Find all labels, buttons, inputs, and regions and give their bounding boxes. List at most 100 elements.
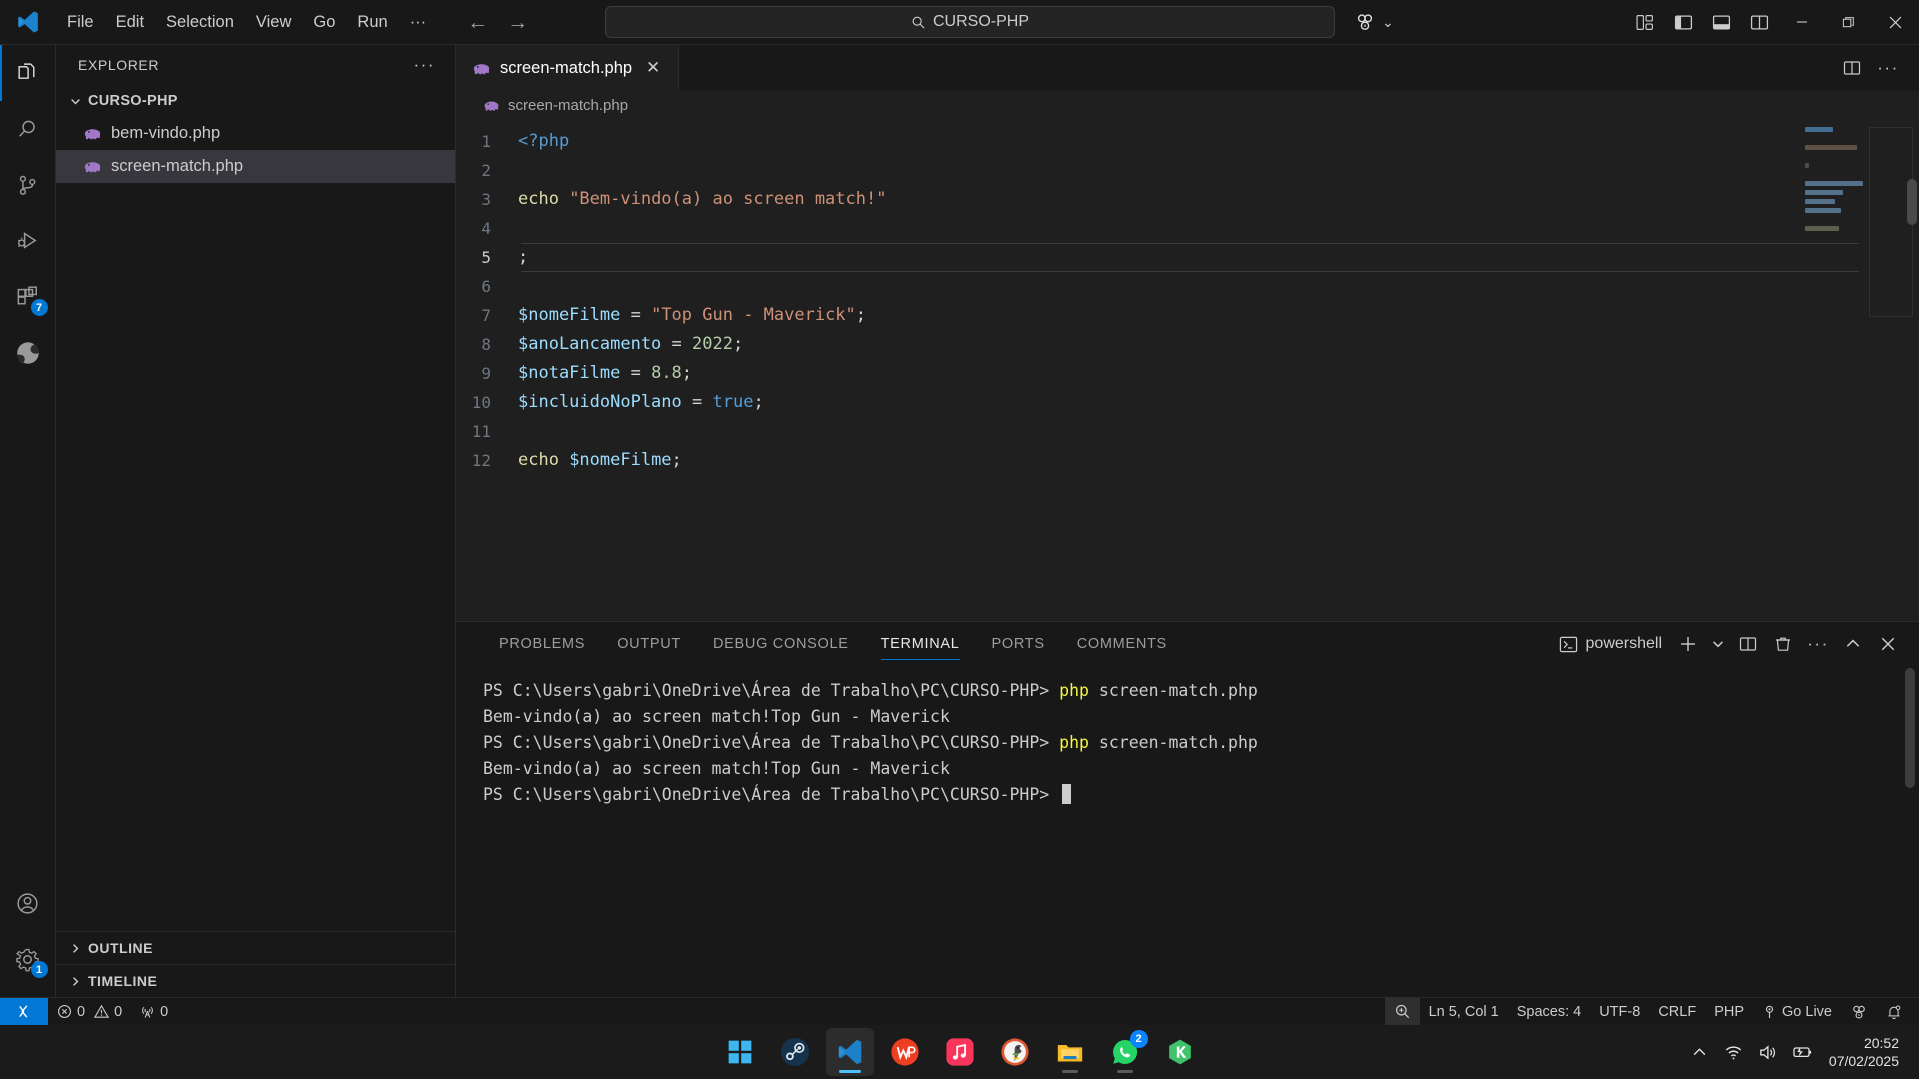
taskbar-clock[interactable]: 20:52 07/02/2025 [1819,1034,1913,1070]
status-accounts[interactable] [1841,998,1877,1026]
menu-selection[interactable]: Selection [155,9,245,36]
status-screencast-zoom[interactable] [1384,997,1420,1026]
status-ports[interactable]: 0 [131,998,177,1026]
maximize-panel-icon[interactable] [1838,629,1868,659]
menu-run[interactable]: Run [346,9,398,36]
panel-tab-debug-console[interactable]: DEBUG CONSOLE [697,622,865,666]
breadcrumb[interactable]: screen-match.php [456,91,1919,119]
code-line[interactable]: 2 [456,156,1919,185]
code-line[interactable]: 6 [456,272,1919,301]
activity-item-accounts[interactable] [0,875,56,931]
taskbar-app-wps-office[interactable] [881,1028,929,1076]
code-line[interactable]: 3 echo "Bem-vindo(a) ao screen match!" [456,185,1919,214]
minimap-line [1805,208,1841,213]
accounts-icon [1853,1005,1865,1018]
toggle-primary-sidebar-icon[interactable] [1664,0,1702,45]
code-line[interactable]: 12 echo $nomeFilme; [456,446,1919,475]
menu-edit[interactable]: Edit [105,9,155,36]
terminal-scrollbar[interactable] [1905,668,1915,788]
tab-screen-match-php[interactable]: screen-match.php ✕ [456,45,680,91]
terminal-command-arg: screen-match.php [1098,733,1258,752]
taskbar-app-vscode[interactable] [825,1028,874,1076]
sidebar-item-edge-tools[interactable] [0,325,56,381]
back-arrow-icon[interactable]: ← [467,12,488,33]
maximize-button[interactable] [1825,0,1872,45]
code-line[interactable]: 4 [456,214,1919,243]
close-panel-icon[interactable] [1873,629,1903,659]
terminal-shell-selector[interactable]: powershell [1553,635,1668,654]
sidebar-item-extensions[interactable]: 7 [0,269,56,325]
taskbar-app-kaspersky[interactable] [1156,1028,1204,1076]
sidebar-item-run-debug[interactable] [0,213,56,269]
minimap[interactable] [1805,127,1867,247]
new-terminal-icon[interactable] [1673,629,1703,659]
remote-window-indicator[interactable] [0,997,48,1026]
sidebar-item-search[interactable] [0,101,56,157]
folder-root-curso-php[interactable]: CURSO-PHP [56,85,455,117]
wifi-icon[interactable] [1717,1025,1751,1079]
status-problems[interactable]: 0 0 [48,998,131,1026]
tab-close-icon[interactable]: ✕ [641,56,665,80]
kill-terminal-icon[interactable] [1768,629,1798,659]
panel-tab-problems[interactable]: PROBLEMS [483,622,601,666]
minimize-button[interactable] [1778,0,1825,45]
file-item-screen-match[interactable]: screen-match.php [56,150,455,183]
close-button[interactable] [1872,0,1919,45]
menu-go[interactable]: Go [302,9,346,36]
taskbar-app-duckduckgo[interactable] [991,1028,1039,1076]
chevron-up-icon[interactable] [1683,1025,1717,1079]
code-line[interactable]: 7 $nomeFilme = "Top Gun - Maverick"; [456,301,1919,330]
titlebar-accounts[interactable]: ⌄ [1354,11,1394,33]
volume-icon[interactable] [1751,1025,1785,1079]
quick-input-bar[interactable]: CURSO-PHP [605,6,1335,38]
panel-tab-ports[interactable]: PORTS [976,622,1061,666]
sidebar-more-actions-icon[interactable]: ··· [414,56,435,73]
taskbar-start-button[interactable] [716,1028,764,1076]
status-language-mode[interactable]: PHP [1705,998,1753,1026]
battery-icon[interactable] [1785,1025,1819,1079]
sidebar-item-explorer[interactable] [0,45,56,101]
sidebar-section-outline[interactable]: OUTLINE [56,931,455,964]
status-cursor-position[interactable]: Ln 5, Col 1 [1420,998,1508,1026]
toggle-secondary-sidebar-icon[interactable] [1740,0,1778,45]
code-line[interactable]: 9 $notaFilme = 8.8; [456,359,1919,388]
code-editor[interactable]: 1 <?php 2 3 echo "Bem-vindo(a) ao screen mat… [456,119,1919,621]
more-actions-icon[interactable]: ··· [1873,53,1903,83]
toggle-panel-icon[interactable] [1702,0,1740,45]
code-line[interactable]: 10 $incluidoNoPlano = true; [456,388,1919,417]
split-editor-icon[interactable] [1837,53,1867,83]
code-line[interactable]: 5; [456,243,1919,272]
code-line[interactable]: 1 <?php [456,127,1919,156]
menu-more[interactable]: ··· [399,9,437,36]
sidebar-section-timeline[interactable]: TIMELINE [56,964,455,997]
sidebar-item-source-control[interactable] [0,157,56,213]
code-line[interactable]: 11 [456,417,1919,446]
forward-arrow-icon[interactable]: → [507,12,528,33]
taskbar-app-file-explorer[interactable] [1046,1028,1094,1076]
status-go-live[interactable]: Go Live [1753,998,1841,1026]
minimap-slider[interactable] [1869,127,1913,317]
taskbar-app-steam[interactable] [771,1028,819,1076]
terminal-dropdown-icon[interactable] [1708,629,1728,659]
taskbar-running-indicator [838,1070,861,1073]
file-item-bem-vindo[interactable]: bem-vindo.php [56,117,455,150]
editor-scrollbar[interactable] [1907,179,1917,225]
panel-tab-output[interactable]: OUTPUT [601,622,697,666]
menu-file[interactable]: File [56,9,105,36]
code-line[interactable]: 8 $anoLancamento = 2022; [456,330,1919,359]
status-indentation[interactable]: Spaces: 4 [1508,998,1591,1026]
status-notifications[interactable] [1877,998,1911,1026]
terminal-output[interactable]: PS C:\Users\gabri\OneDrive\Área de Traba… [456,666,1919,997]
panel-tab-comments[interactable]: COMMENTS [1061,622,1183,666]
panel-more-actions-icon[interactable]: ··· [1803,629,1833,659]
status-encoding[interactable]: UTF-8 [1590,998,1649,1026]
search-icon [912,16,925,29]
panel-tab-terminal[interactable]: TERMINAL [865,622,976,666]
activity-item-settings[interactable]: 1 [0,931,56,987]
menu-view[interactable]: View [245,9,302,36]
status-eol[interactable]: CRLF [1649,998,1705,1026]
taskbar-app-whatsapp[interactable]: 2 [1101,1028,1149,1076]
taskbar-app-music[interactable] [936,1028,984,1076]
customize-layout-icon[interactable] [1626,0,1664,45]
split-terminal-icon[interactable] [1733,629,1763,659]
